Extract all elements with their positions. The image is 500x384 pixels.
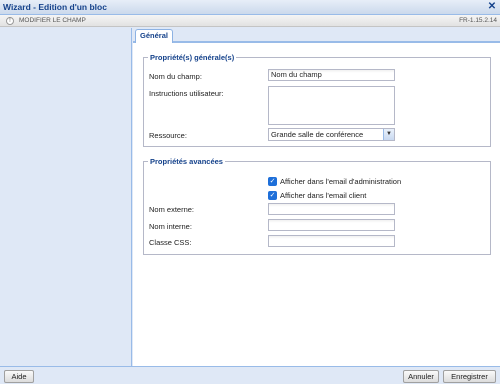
help-button[interactable]: Aide	[4, 370, 34, 383]
window-titlebar: Wizard - Edition d'un bloc ✕	[0, 0, 500, 15]
tab-general[interactable]: Général	[135, 29, 173, 43]
left-panel	[0, 28, 132, 366]
footer-bar: Aide Annuler Enregistrer	[0, 366, 500, 384]
toolbar: ! MODIFIER LE CHAMP FR-1.15.2.14	[0, 15, 500, 27]
client-email-checkbox[interactable]: ✓	[268, 191, 277, 200]
external-name-input[interactable]	[268, 203, 395, 215]
chevron-down-icon[interactable]: ▼	[383, 129, 394, 140]
css-class-input[interactable]	[268, 235, 395, 247]
resource-label: Ressource:	[149, 131, 187, 140]
internal-name-input[interactable]	[268, 219, 395, 231]
tab-strip: Général	[133, 28, 500, 43]
admin-email-checkbox[interactable]: ✓	[268, 177, 277, 186]
field-name-label: Nom du champ:	[149, 72, 202, 81]
resource-selected-value: Grande salle de conférence	[271, 130, 364, 139]
cancel-button[interactable]: Annuler	[403, 370, 439, 383]
save-button[interactable]: Enregistrer	[443, 370, 496, 383]
client-email-label: Afficher dans l'email client	[280, 191, 367, 200]
instructions-label: Instructions utilisateur:	[149, 89, 224, 98]
close-icon[interactable]: ✕	[486, 1, 498, 13]
edit-icon: !	[6, 17, 14, 25]
instructions-textarea[interactable]	[268, 86, 395, 125]
general-properties-legend: Propriété(s) générale(s)	[150, 53, 235, 62]
window-title: Wizard - Edition d'un bloc	[3, 2, 107, 12]
resource-select[interactable]: Grande salle de conférence ▼	[268, 128, 395, 141]
external-name-label: Nom externe:	[149, 205, 195, 214]
version-label: FR-1.15.2.14	[459, 17, 497, 24]
css-class-label: Classe CSS:	[149, 238, 192, 247]
toolbar-action-label: MODIFIER LE CHAMP	[19, 17, 86, 24]
internal-name-label: Nom interne:	[149, 222, 192, 231]
main-content: Général Propriété(s) générale(s) Nom du …	[133, 28, 500, 366]
admin-email-label: Afficher dans l'email d'administration	[280, 177, 402, 186]
advanced-properties-legend: Propriétés avancées	[150, 157, 223, 166]
field-name-input[interactable]: Nom du champ	[268, 69, 395, 81]
